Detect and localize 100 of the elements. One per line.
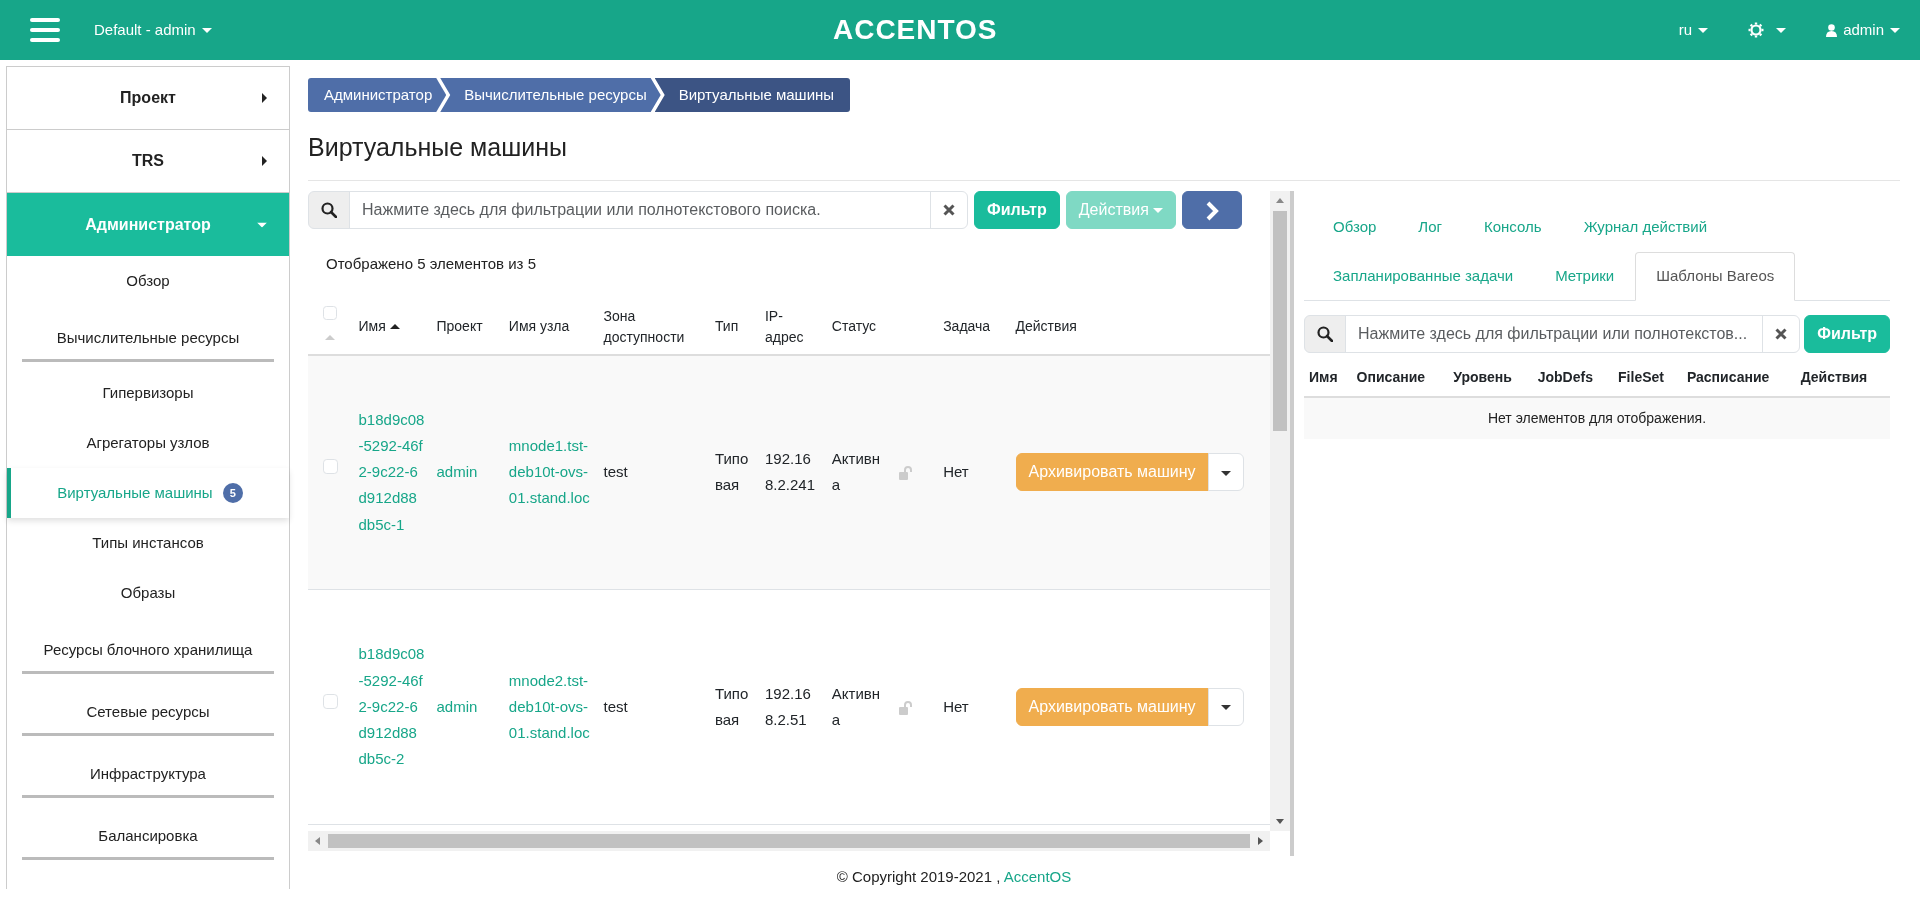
column-header[interactable]: Имя xyxy=(358,316,386,337)
search-icon xyxy=(1317,326,1333,342)
empty-message: Нет элементов для отображения. xyxy=(1487,410,1707,426)
sidebar-item[interactable]: Агрегаторы узлов xyxy=(7,418,289,468)
horizontal-scrollbar[interactable] xyxy=(308,831,1270,851)
table-link[interactable]: b18d9c08-5292-46f2-9c22-6d912d88db5c-2 xyxy=(358,641,425,773)
column-header: Задача xyxy=(943,318,991,334)
column-header: Проект xyxy=(436,318,483,334)
caret-icon xyxy=(1890,27,1900,33)
sidebar-group-label: Сетевые ресурсы xyxy=(22,680,274,736)
logo: ACCENTOS xyxy=(832,13,998,47)
project-dropdown[interactable]: Default - admin xyxy=(94,18,212,42)
caret-icon xyxy=(1220,470,1231,476)
caret-icon xyxy=(1776,27,1787,33)
copyright-text: © Copyright 2019-2021 , xyxy=(836,868,1002,885)
column-header: Зона доступности xyxy=(603,307,685,345)
dropdown-toggle[interactable] xyxy=(1207,453,1244,492)
filter-button[interactable]: Фильтр xyxy=(1804,315,1890,353)
column-header: Имя узла xyxy=(508,318,570,334)
language-dropdown[interactable]: ru xyxy=(1678,18,1709,42)
table-link[interactable]: mnode2.tst-deb10t-ovs-01.stand.loc xyxy=(508,667,592,747)
table-link[interactable]: admin xyxy=(436,459,497,486)
settings-dropdown[interactable] xyxy=(1748,22,1787,38)
clear-icon[interactable] xyxy=(1775,328,1788,340)
filter-button[interactable]: Фильтр xyxy=(974,191,1060,229)
sidebar-section[interactable]: Администратор xyxy=(7,193,289,256)
table-cell: Типовая xyxy=(714,450,749,494)
table-cell: 192.168.2.51 xyxy=(765,684,811,728)
table-cell: Нет xyxy=(943,463,969,481)
scroll-right-icon xyxy=(1258,837,1263,845)
scroll-left-icon xyxy=(315,837,320,845)
column-header: FileSet xyxy=(1618,369,1664,385)
table-cell: Нет xyxy=(943,697,969,715)
user-icon xyxy=(1826,23,1838,37)
menu-icon xyxy=(30,18,60,42)
settings-icon xyxy=(1748,22,1765,38)
table-cell: Активна xyxy=(831,450,881,494)
scroll-up-icon xyxy=(1276,198,1284,203)
tab[interactable]: Журнал действий xyxy=(1562,203,1729,252)
row-checkbox[interactable] xyxy=(322,459,338,475)
sidebar-item[interactable]: Типы инстансов xyxy=(7,518,289,568)
menu-button[interactable] xyxy=(30,18,60,42)
column-header: Тип xyxy=(714,318,739,334)
column-header: Описание xyxy=(1356,369,1426,385)
dropdown-toggle[interactable] xyxy=(1207,688,1244,726)
table-cell: 192.168.2.241 xyxy=(765,450,816,494)
sidebar-item[interactable]: Виртуальные машины 5 xyxy=(7,468,289,518)
clear-icon[interactable] xyxy=(943,204,955,216)
scroll-down-icon xyxy=(1276,819,1284,824)
caret-icon xyxy=(262,93,267,103)
sidebar-group-label: Ресурсы блочного хранилища xyxy=(22,618,274,674)
footer-link[interactable]: AccentOS xyxy=(1003,868,1072,885)
tab[interactable]: Шаблоны Bareos xyxy=(1635,251,1796,301)
column-header: Расписание xyxy=(1686,369,1770,385)
column-header: Действия xyxy=(1800,369,1868,385)
chevron-right-icon xyxy=(1204,200,1219,221)
row-checkbox[interactable] xyxy=(322,693,338,709)
user-dropdown[interactable]: admin xyxy=(1826,18,1900,42)
tab[interactable]: Запланированные задачи xyxy=(1312,251,1535,300)
page-title: Виртуальные машины xyxy=(308,132,568,162)
breadcrumb-link[interactable]: Вычислительные ресурсы xyxy=(440,78,661,112)
column-header: Уровень xyxy=(1453,369,1512,385)
column-header: IP-адрес xyxy=(765,307,804,345)
sidebar-item[interactable]: Гипервизоры xyxy=(7,368,289,418)
next-button[interactable] xyxy=(1181,191,1242,229)
column-header: Действия xyxy=(1015,318,1077,334)
archive-button[interactable]: Архивировать машину xyxy=(1015,688,1209,726)
tab[interactable]: Лог xyxy=(1397,203,1463,252)
scrollbar-thumb[interactable] xyxy=(328,834,1250,848)
caret-icon xyxy=(1220,705,1231,711)
caret-icon xyxy=(262,156,267,166)
tab[interactable]: Метрики xyxy=(1534,251,1636,300)
sort-icon xyxy=(325,335,336,341)
breadcrumb-link[interactable]: Администратор xyxy=(308,78,447,112)
breadcrumb-link[interactable]: Виртуальные машины xyxy=(654,78,851,112)
count-badge: 5 xyxy=(222,482,243,504)
select-all-checkbox[interactable] xyxy=(323,305,338,320)
scrollbar-thumb[interactable] xyxy=(1273,211,1287,431)
sidebar-group-label: Балансировка xyxy=(22,804,274,860)
caret-icon xyxy=(201,27,212,33)
column-header: Статус xyxy=(831,318,877,334)
sidebar-item[interactable]: Образы xyxy=(7,568,289,618)
caret-icon xyxy=(257,222,267,227)
sidebar-item[interactable]: Обзор xyxy=(7,256,289,306)
table-cell: Активна xyxy=(831,684,881,728)
item-count: Отображено 5 элементов из 5 xyxy=(326,254,537,274)
table-cell: test xyxy=(603,463,628,481)
vertical-scrollbar[interactable] xyxy=(1270,191,1290,831)
sidebar-group-label: Вычислительные ресурсы xyxy=(22,306,274,362)
table-cell: test xyxy=(603,697,628,715)
search-icon xyxy=(321,202,337,218)
caret-icon xyxy=(1152,207,1163,213)
table-link[interactable]: admin xyxy=(436,693,497,721)
archive-button[interactable]: Архивировать машину xyxy=(1015,453,1209,492)
caret-icon xyxy=(1698,27,1709,33)
column-header: Имя xyxy=(1309,369,1338,385)
sidebar-group-label: Инфраструктура xyxy=(22,742,274,798)
tab[interactable]: Обзор xyxy=(1312,203,1398,252)
column-header: JobDefs xyxy=(1537,369,1593,385)
tab[interactable]: Консоль xyxy=(1463,203,1563,252)
